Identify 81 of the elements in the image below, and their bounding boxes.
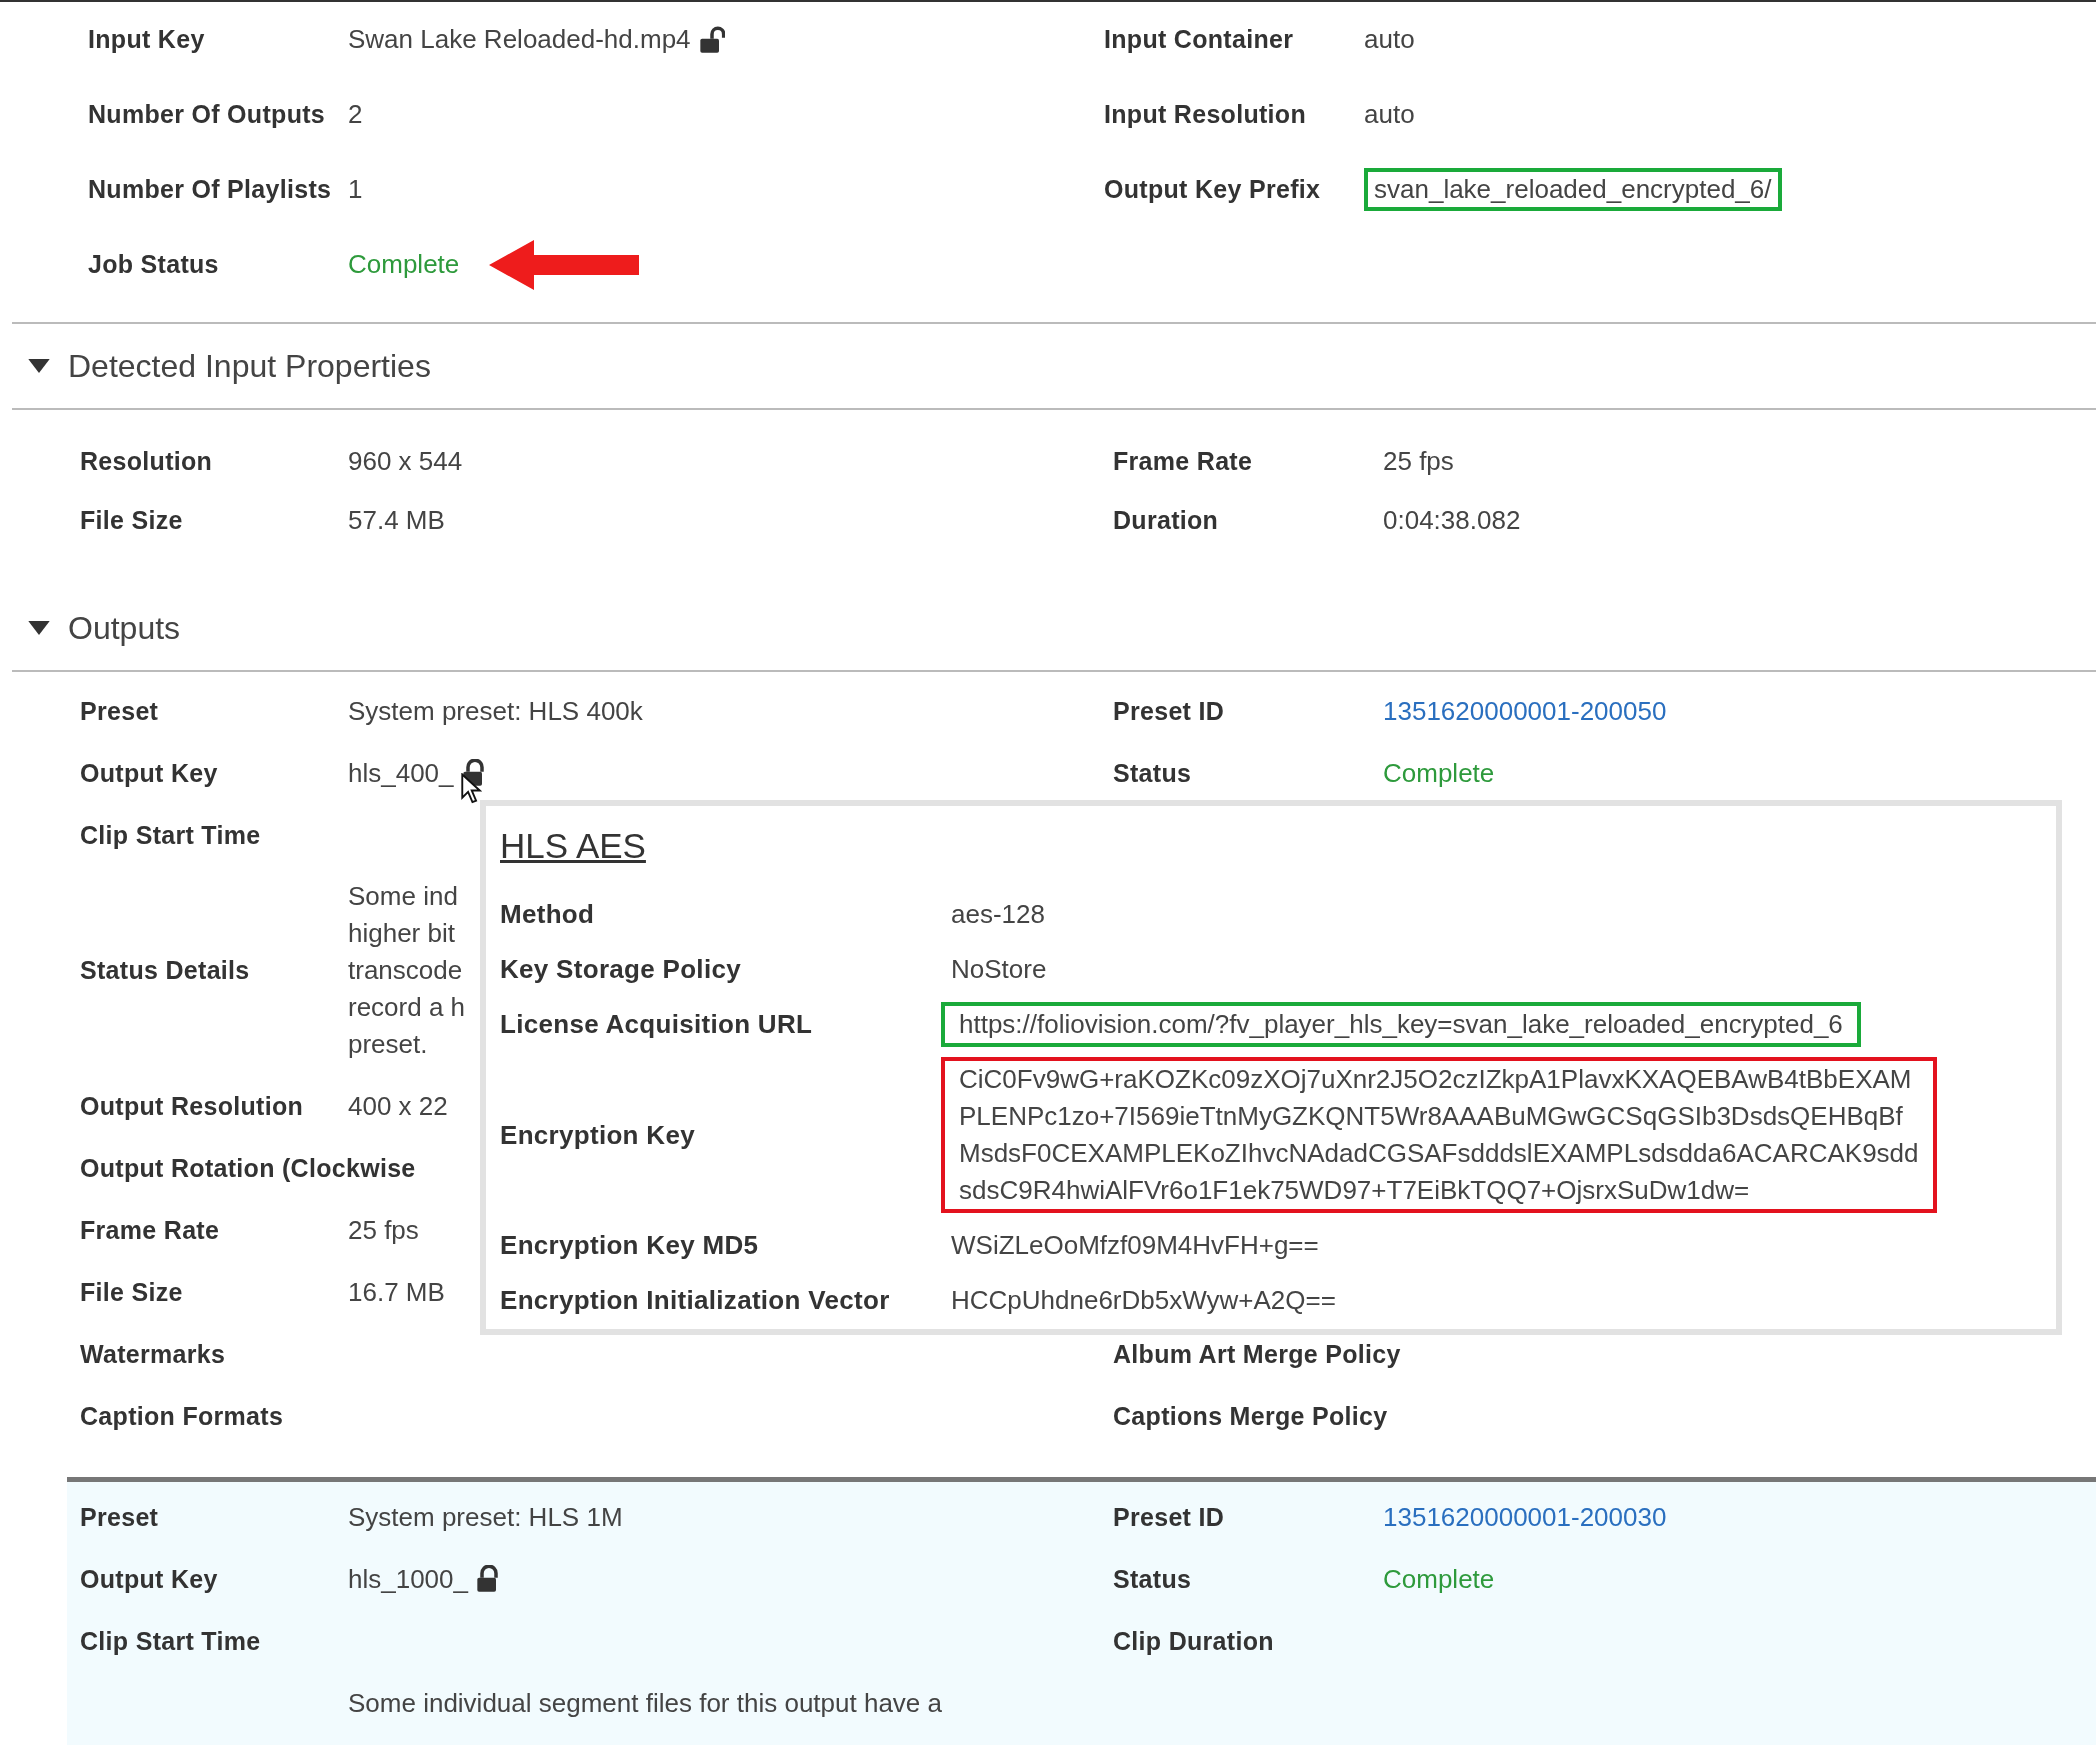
- field-label: License Acquisition URL: [500, 1009, 814, 1040]
- status-details-text: Some ind: [348, 880, 459, 913]
- field-label: Output Key: [80, 758, 219, 788]
- field-label: Preset: [80, 696, 160, 726]
- status-text: Complete: [1383, 757, 1495, 789]
- collapse-triangle-icon[interactable]: [28, 358, 50, 374]
- status-details-text: transcode: [348, 954, 464, 987]
- field-value: aes-128: [951, 898, 1045, 931]
- field-value: 0:04:38.082: [1383, 505, 1522, 536]
- field-value: MsdsF0CEXAMPLEKoZIhvcNAdadCGSAFsdddslEXAMPLsdsdda6ACARCAK9sdd: [959, 1137, 1919, 1170]
- field-label: Method: [500, 899, 596, 930]
- field-label: Album Art Merge Policy: [1113, 1339, 1401, 1369]
- field-label: Output Resolution: [80, 1091, 305, 1121]
- field-label: Captions Merge Policy: [1113, 1401, 1388, 1431]
- field-value: hls_400_: [348, 757, 454, 789]
- output-panel[interactable]: Preset System preset: HLS 1M Preset ID 1351620000001-200030 Output Key hls_1000_ Status Complete Clip Start Time Clip Duration Some individual segment files for this output have a: [67, 1477, 2096, 1745]
- field-label: Key Storage Policy: [500, 954, 742, 985]
- field-label: Output Key Prefix: [1104, 175, 1322, 204]
- field-value: 400 x 22: [348, 1090, 448, 1122]
- field-label: File Size: [80, 1277, 184, 1307]
- field-value: PLENPc1zo+7I569ieTtnMyGZKQNT5Wr8AAABuMGwGCSqGSIb3DsdsQEHBqBf: [959, 1100, 1903, 1133]
- field-value: 25 fps: [1383, 446, 1455, 477]
- field-label: Frame Rate: [1113, 447, 1254, 476]
- field-value: https://foliovision.com/?fv_player_hls_key=svan_lake_reloaded_encrypted_6: [959, 1008, 1843, 1041]
- field-label: Clip Start Time: [80, 820, 261, 850]
- field-label: Status Details: [80, 956, 251, 985]
- field-label: Encryption Key: [500, 1119, 696, 1151]
- field-value: WSiZLeOoMfzf09M4HvFH+g==: [951, 1229, 1319, 1262]
- status-details-text: record a h: [348, 991, 466, 1024]
- section-title[interactable]: Outputs: [68, 609, 181, 647]
- field-label: Output Key: [80, 1564, 219, 1594]
- field-value: NoStore: [951, 953, 1047, 986]
- field-value: System preset: HLS 1M: [348, 1501, 623, 1533]
- field-label: Duration: [1113, 506, 1220, 535]
- field-label: Preset ID: [1113, 696, 1226, 726]
- field-label: Encryption Key MD5: [500, 1230, 760, 1261]
- status-details-text: preset.: [348, 1028, 429, 1061]
- field-value: CiC0Fv9wG+raKOZKc09zXOj7uXnr2J5O2czIZkpA1PlavxKXAQEBAwB4tBbEXAM: [959, 1063, 1912, 1096]
- popup-title[interactable]: HLS AES: [500, 826, 646, 866]
- field-label: Input Key: [88, 25, 206, 54]
- field-label: Frame Rate: [80, 1215, 221, 1245]
- preset-id-link[interactable]: 1351620000001-200050: [1383, 695, 1667, 727]
- collapse-triangle-icon[interactable]: [28, 620, 50, 636]
- field-label: Encryption Initialization Vector: [500, 1285, 891, 1316]
- section-title[interactable]: Detected Input Properties: [68, 347, 431, 385]
- preset-id-link[interactable]: 1351620000001-200030: [1383, 1501, 1667, 1533]
- field-label: Input Container: [1104, 25, 1295, 54]
- status-details-text: Some individual segment files for this output have a: [348, 1686, 942, 1720]
- field-label: Watermarks: [80, 1339, 226, 1369]
- field-value: auto: [1364, 24, 1415, 55]
- field-label: Output Rotation (Clockwise: [80, 1153, 416, 1183]
- field-value: hls_1000_: [348, 1563, 468, 1595]
- field-label: Resolution: [80, 447, 214, 476]
- field-label: File Size: [80, 506, 184, 535]
- field-value: sdsC9R4hwiAlFVr6o1F1ek75WD97+T7EiBkTQQ7+OjsrxSuDw1dw=: [959, 1174, 1750, 1207]
- field-label: Number Of Playlists: [88, 175, 333, 204]
- field-value: 16.7 MB: [348, 1276, 445, 1308]
- field-label: Preset: [80, 1502, 160, 1532]
- field-label: Number Of Outputs: [88, 100, 327, 129]
- field-value: svan_lake_reloaded_encrypted_6/: [1364, 168, 1782, 211]
- field-label: Input Resolution: [1104, 100, 1307, 129]
- field-label: Caption Formats: [80, 1401, 284, 1431]
- field-label: Clip Duration: [1113, 1626, 1274, 1656]
- field-value: 2: [348, 99, 363, 130]
- field-label: Clip Start Time: [80, 1626, 261, 1656]
- field-value: HCCpUhdne6rDb5xWyw+A2Q==: [951, 1284, 1336, 1317]
- field-label: Job Status: [88, 250, 220, 279]
- status-details-text: higher bit: [348, 917, 456, 950]
- field-value: 1: [348, 174, 363, 205]
- field-value: 25 fps: [348, 1214, 419, 1246]
- open-padlock-icon[interactable]: [698, 25, 725, 54]
- field-value: 960 x 544: [348, 446, 464, 477]
- field-value: Swan Lake Reloaded-hd.mp4: [348, 24, 691, 55]
- field-value: 57.4 MB: [348, 505, 446, 536]
- field-label: Preset ID: [1113, 1502, 1226, 1532]
- status-text: Complete: [348, 249, 460, 280]
- field-label: Status: [1113, 758, 1193, 788]
- status-text: Complete: [1383, 1563, 1495, 1595]
- field-label: Status: [1113, 1564, 1193, 1594]
- field-value: auto: [1364, 99, 1415, 130]
- field-value: System preset: HLS 400k: [348, 695, 643, 727]
